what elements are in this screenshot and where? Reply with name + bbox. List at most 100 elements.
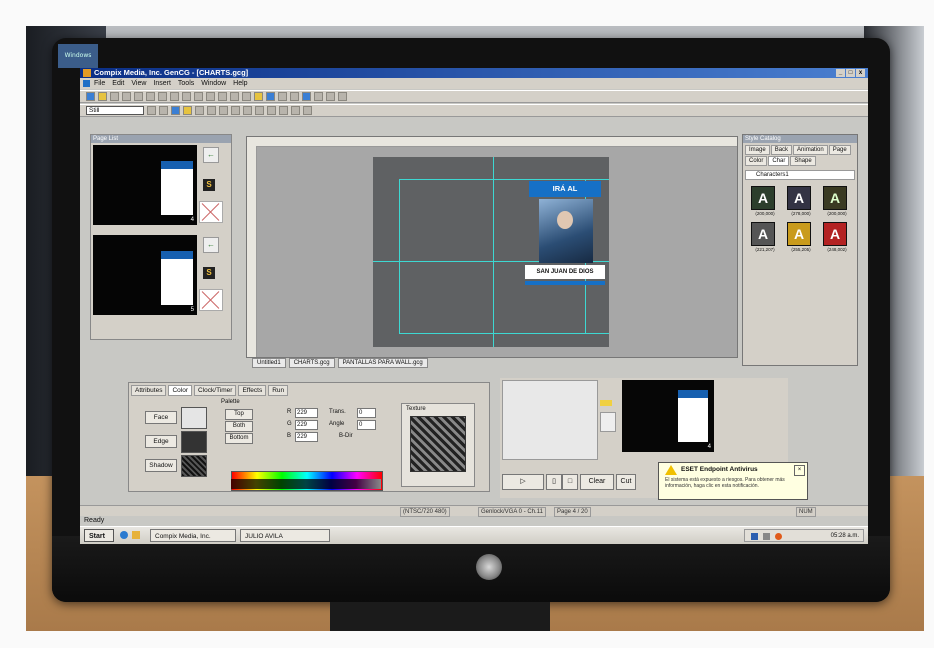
no-transition-icon[interactable] [199, 289, 223, 311]
undo-icon[interactable] [170, 92, 179, 101]
texture-swatch[interactable] [410, 416, 466, 472]
tab-attributes[interactable]: Attributes [131, 385, 167, 396]
color-spectrum-shades[interactable] [231, 479, 381, 489]
image-icon[interactable] [266, 92, 275, 101]
save-icon[interactable] [110, 92, 119, 101]
grid-icon[interactable] [243, 106, 252, 115]
open-icon[interactable] [98, 92, 107, 101]
close-icon[interactable]: × [794, 465, 805, 476]
lock-icon[interactable] [194, 92, 203, 101]
tab-shape[interactable]: Shape [790, 156, 816, 166]
page-thumbnail[interactable]: 4 [93, 145, 197, 225]
tab-effects[interactable]: Effects [238, 385, 267, 396]
tab-untitled[interactable]: Untitled1 [252, 358, 286, 368]
page-icon[interactable] [278, 92, 287, 101]
antivirus-notification[interactable]: ESET Endpoint Antivirus × El sistema est… [658, 462, 808, 500]
folder-icon[interactable] [132, 531, 140, 539]
canvas-area[interactable]: IRÁ AL SAN JUAN DE DIOS [246, 136, 738, 358]
palette-both-button[interactable]: Both [225, 421, 253, 432]
menu-window[interactable]: Window [201, 78, 226, 89]
cut-button[interactable]: Cut [616, 474, 636, 490]
minimize-icon[interactable]: _ [836, 69, 845, 77]
tab-animation[interactable]: Animation [793, 145, 828, 155]
power-button[interactable] [476, 554, 502, 580]
tab-page[interactable]: Page [828, 145, 851, 155]
text-tool-icon[interactable] [147, 106, 156, 115]
ungroup-icon[interactable] [242, 92, 251, 101]
settings-icon[interactable] [338, 92, 347, 101]
step-button[interactable]: ▯ [546, 474, 562, 490]
char-style-item[interactable]: A (200,000) [751, 186, 779, 216]
volume-icon[interactable] [763, 533, 770, 540]
close-icon[interactable]: x [856, 69, 865, 77]
clear-button[interactable]: Clear [580, 474, 614, 490]
page-thumbnail[interactable]: 5 [93, 235, 197, 315]
taskbar-item-julio[interactable]: JULIO AVILA [240, 529, 330, 542]
tab-charts[interactable]: CHARTS.gcg [288, 358, 335, 368]
face-button[interactable]: Face [145, 411, 177, 424]
start-button[interactable]: Start [84, 529, 114, 542]
no-transition-icon[interactable] [199, 201, 223, 223]
align-right-icon[interactable] [219, 106, 228, 115]
menu-help[interactable]: Help [233, 78, 247, 89]
taskbar-item-compix[interactable]: Compix Media, Inc. [150, 529, 236, 542]
menu-view[interactable]: View [131, 78, 146, 89]
char-style-item[interactable]: A (278,000) [787, 186, 815, 216]
palette-bottom-button[interactable]: Bottom [225, 433, 253, 444]
tab-pantallas[interactable]: PANTALLAS PARA WALL.gcg [337, 358, 428, 368]
char-style-item[interactable]: A (200,000) [823, 186, 851, 216]
search-icon[interactable] [254, 92, 263, 101]
network-icon[interactable] [751, 533, 758, 540]
layer-icon[interactable] [171, 106, 180, 115]
preview-slot[interactable] [600, 412, 616, 432]
menu-insert[interactable]: Insert [153, 78, 171, 89]
angle-field[interactable]: 0 [357, 420, 376, 430]
shadow-color-swatch[interactable] [181, 455, 207, 477]
menu-file[interactable]: File [94, 78, 105, 89]
align-left-icon[interactable] [195, 106, 204, 115]
preview-thumbnail[interactable]: 4 [622, 380, 714, 452]
effect-icon[interactable] [183, 106, 192, 115]
antivirus-icon[interactable] [775, 533, 782, 540]
arrange-icon[interactable] [303, 106, 312, 115]
tab-color[interactable]: Color [168, 385, 193, 396]
chart-icon[interactable] [290, 92, 299, 101]
new-icon[interactable] [86, 92, 95, 101]
print-icon[interactable] [158, 92, 167, 101]
arrow-left-icon[interactable]: ← [203, 237, 219, 253]
char-style-item[interactable]: A (255,205) [787, 222, 815, 252]
browser-icon[interactable] [120, 531, 128, 539]
lower-third-graphic[interactable]: IRÁ AL SAN JUAN DE DIOS [525, 173, 605, 295]
red-field[interactable]: 229 [295, 408, 318, 418]
arrow-left-icon[interactable]: ← [203, 147, 219, 163]
distribute-icon[interactable] [291, 106, 300, 115]
tab-run[interactable]: Run [268, 385, 289, 396]
crop-icon[interactable] [255, 106, 264, 115]
cut-icon[interactable] [122, 92, 131, 101]
char-style-item[interactable]: A (221,207) [751, 222, 779, 252]
flip-icon[interactable] [279, 106, 288, 115]
paste-icon[interactable] [146, 92, 155, 101]
group-icon[interactable] [230, 92, 239, 101]
rotate-icon[interactable] [267, 106, 276, 115]
align-center-icon[interactable] [207, 106, 216, 115]
green-field[interactable]: 229 [295, 420, 318, 430]
play-button[interactable]: ▷ [502, 474, 544, 490]
edge-color-swatch[interactable] [181, 431, 207, 453]
align-icon[interactable] [218, 92, 227, 101]
pause-icon[interactable] [314, 92, 323, 101]
shadow-button[interactable]: Shadow [145, 459, 177, 472]
maximize-icon[interactable]: □ [846, 69, 855, 77]
tab-image[interactable]: Image [745, 145, 770, 155]
play-icon[interactable] [302, 92, 311, 101]
copy-icon[interactable] [134, 92, 143, 101]
char-style-item[interactable]: A (248,002) [823, 222, 851, 252]
unlock-icon[interactable] [206, 92, 215, 101]
edge-button[interactable]: Edge [145, 435, 177, 448]
redo-icon[interactable] [182, 92, 191, 101]
style-select[interactable]: Still [86, 106, 144, 115]
justify-icon[interactable] [231, 106, 240, 115]
shape-tool-icon[interactable] [159, 106, 168, 115]
stop-button[interactable]: □ [562, 474, 578, 490]
tab-color[interactable]: Color [745, 156, 768, 166]
